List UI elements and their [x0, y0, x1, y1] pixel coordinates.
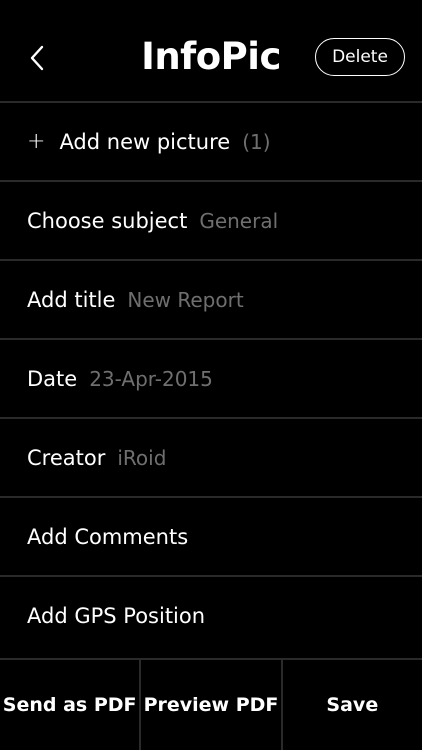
picture-count: (1)	[242, 129, 271, 154]
creator-value: iRoid	[117, 445, 167, 470]
add-title-row[interactable]: Add title New Report	[0, 261, 422, 338]
title-value: New Report	[127, 287, 244, 312]
add-gps-label: Add GPS Position	[27, 603, 206, 628]
date-value: 23-Apr-2015	[89, 366, 213, 391]
date-row[interactable]: Date 23-Apr-2015	[0, 340, 422, 417]
preview-pdf-button[interactable]: Preview PDF	[141, 660, 280, 750]
add-gps-row[interactable]: Add GPS Position	[0, 577, 422, 654]
add-title-label: Add title	[27, 287, 116, 312]
choose-subject-row[interactable]: Choose subject General	[0, 182, 422, 259]
header-bar: InfoPic Delete	[0, 0, 422, 102]
add-picture-row[interactable]: + Add new picture (1)	[0, 103, 422, 180]
date-label: Date	[27, 366, 78, 391]
add-comments-label: Add Comments	[27, 524, 189, 549]
creator-row[interactable]: Creator iRoid	[0, 419, 422, 496]
creator-label: Creator	[27, 445, 106, 470]
delete-button[interactable]: Delete	[315, 38, 405, 76]
add-picture-label: Add new picture	[59, 129, 231, 154]
save-button[interactable]: Save	[283, 660, 422, 750]
subject-value: General	[199, 208, 279, 233]
plus-icon: +	[27, 129, 46, 154]
choose-subject-label: Choose subject	[27, 208, 188, 233]
add-comments-row[interactable]: Add Comments	[0, 498, 422, 575]
send-as-pdf-button[interactable]: Send as PDF	[0, 660, 139, 750]
bottom-toolbar: Send as PDF Preview PDF Save	[0, 658, 422, 750]
